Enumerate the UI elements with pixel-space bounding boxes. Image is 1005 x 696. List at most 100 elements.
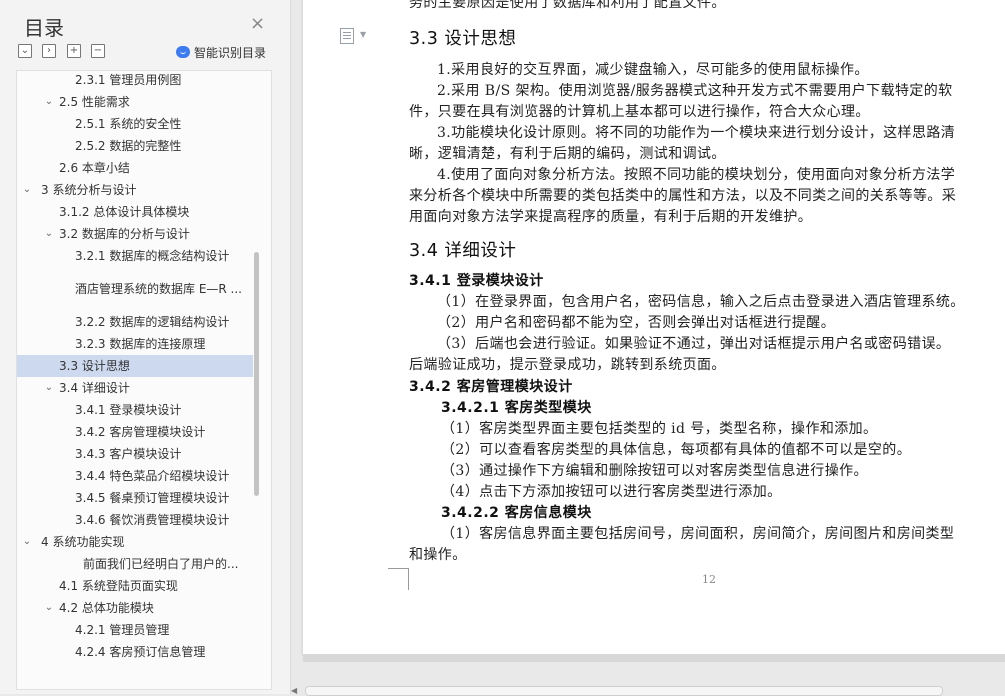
- chevron-down-icon[interactable]: ⌄: [43, 223, 55, 245]
- toc-item-label: 2.5.1 系统的安全性: [75, 117, 182, 131]
- body-text: 1.采用良好的交互界面，减少键盘输入，尽可能多的使用鼠标操作。: [437, 62, 869, 78]
- toc-item[interactable]: 3.1.2 总体设计具体模块: [17, 201, 253, 223]
- body-text: 来分析各个模块中所需要的类包括类中的属性和方法，以及不同类之间的关系等等。采: [409, 188, 957, 204]
- toc-item-label: 3.1.2 总体设计具体模块: [59, 205, 190, 219]
- toc-item[interactable]: ⌄ 4.2 总体功能模块: [17, 597, 253, 619]
- toc-item-label: 3.4.2 客房管理模块设计: [75, 425, 206, 439]
- toc-item-label: 3.4.5 餐桌预订管理模块设计: [75, 491, 230, 505]
- body-text: 4.使用了面向对象分析方法。按照不同功能的模块划分，使用面向对象分析方法学: [437, 167, 956, 183]
- toc-item-label: 4.2.4 客房预订信息管理: [75, 645, 206, 659]
- chevron-down-icon[interactable]: ⌄: [43, 377, 55, 399]
- toc-item[interactable]: 3.2.2 数据库的逻辑结构设计: [17, 311, 253, 333]
- expand-all-icon[interactable]: ›: [42, 44, 56, 58]
- body-text: 晰，逻辑清楚，有利于后期的编码，测试和调试。: [409, 146, 726, 162]
- body-text: 2.采用 B/S 架构。使用浏览器/服务器模式这种开发方式不需要用户下载特定的软: [437, 83, 953, 99]
- toc-item[interactable]: 4.1 系统登陆页面实现: [17, 575, 253, 597]
- toc-item[interactable]: 3.4.6 餐饮消费管理模块设计: [17, 509, 253, 531]
- heading-3-4-2-1: 3.4.2.1 客房类型模块: [441, 400, 592, 416]
- horizontal-scrollbar[interactable]: [305, 686, 943, 696]
- toc-item[interactable]: 3.4.1 登录模块设计: [17, 399, 253, 421]
- chevron-down-icon[interactable]: ⌄: [21, 179, 33, 201]
- toc-item[interactable]: 2.5.2 数据的完整性: [17, 135, 253, 157]
- body-text: （2）用户名和密码都不能为空，否则会弹出对话框进行提醒。: [437, 315, 836, 331]
- toc-item-label: 酒店管理系统的数据库 E—R ...: [75, 282, 242, 296]
- toc-item[interactable]: ⌄ 2.5 性能需求: [17, 91, 253, 113]
- collapse-all-icon[interactable]: ⌄: [18, 44, 32, 58]
- toc-title: 目录: [24, 16, 64, 40]
- toc-item-label: 2.5.2 数据的完整性: [75, 139, 182, 153]
- toc-item-label: 2.5 性能需求: [59, 95, 130, 109]
- body-text: （3）通过操作下方编辑和删除按钮可以对客房类型信息进行操作。: [441, 463, 868, 479]
- chevron-down-icon[interactable]: ⌄: [43, 91, 55, 113]
- chevron-down-icon[interactable]: ⌄: [21, 531, 33, 553]
- smart-toc-icon: [176, 46, 190, 58]
- add-heading-icon[interactable]: +: [67, 44, 81, 58]
- toc-item[interactable]: 2.6 本章小结: [17, 157, 253, 179]
- heading-3-4-2: 3.4.2 客房管理模块设计: [409, 379, 573, 395]
- toc-item[interactable]: ⌄ 3 系统分析与设计: [17, 179, 253, 201]
- toc-item[interactable]: 3.4.3 客户模块设计: [17, 443, 253, 465]
- body-text: （1）客房信息界面主要包括房间号，房间面积，房间简介，房间图片和房间类型: [441, 526, 955, 542]
- toc-item-label: 3.4.6 餐饮消费管理模块设计: [75, 513, 230, 527]
- close-icon[interactable]: ×: [250, 15, 265, 33]
- remove-heading-icon[interactable]: −: [91, 44, 105, 58]
- body-text: 和操作。: [409, 547, 467, 563]
- page-number: 12: [702, 573, 716, 586]
- toc-item[interactable]: 2.5.1 系统的安全性: [17, 113, 253, 135]
- toc-item-label: 4 系统功能实现: [41, 535, 125, 549]
- toc-item[interactable]: 3.4.2 客房管理模块设计: [17, 421, 253, 443]
- toc-item-label: 3.4 详细设计: [59, 381, 130, 395]
- toc-scrollbar[interactable]: [254, 252, 259, 496]
- body-text: 件，只要在具有浏览器的计算机上基本都可以进行操作，符合大众心理。: [409, 104, 870, 120]
- margin-mark: [388, 568, 408, 569]
- body-text: 务的主要原因是使用了数据库和利用了配置文件。: [409, 0, 726, 11]
- body-text: （2）可以查看客房类型的具体信息，每项都有具体的值都不可以是空的。: [441, 442, 912, 458]
- toc-item-label: 前面我们已经明白了用户的...: [83, 557, 239, 571]
- toc-item-label: 2.3.1 管理员用例图: [75, 73, 182, 87]
- toc-item-label: 3.4.3 客户模块设计: [75, 447, 182, 461]
- toc-item-label: 4.2 总体功能模块: [59, 601, 154, 615]
- heading-3-4: 3.4 详细设计: [409, 241, 517, 261]
- toc-item[interactable]: 3.4.5 餐桌预订管理模块设计: [17, 487, 253, 509]
- toc-item[interactable]: ⌄ 4 系统功能实现: [17, 531, 253, 553]
- toc-item[interactable]: 3.2.3 数据库的连接原理: [17, 333, 253, 355]
- body-text: 后端验证成功，提示登录成功，跳转到系统页面。: [409, 357, 726, 373]
- body-text: （1）在登录界面，包含用户名，密码信息，输入之后点击登录进入酒店管理系统。: [437, 294, 965, 310]
- body-text: （4）点击下方添加按钮可以进行客房类型进行添加。: [441, 484, 782, 500]
- toc-item[interactable]: 前面我们已经明白了用户的...: [17, 553, 253, 575]
- toc-item[interactable]: 酒店管理系统的数据库 E—R ...: [17, 278, 253, 300]
- toc-item-label: 4.2.1 管理员管理: [75, 623, 170, 637]
- chevron-down-icon[interactable]: ⌄: [43, 597, 55, 619]
- toc-item-label: 3.4.1 登录模块设计: [75, 403, 182, 417]
- margin-mark: [408, 568, 409, 590]
- page-gap: [303, 654, 1005, 662]
- toc-item-label: 4.1 系统登陆页面实现: [59, 579, 178, 593]
- toc-item[interactable]: 3.4.4 特色菜品介绍模块设计: [17, 465, 253, 487]
- toc-item[interactable]: ⌄ 3.2 数据库的分析与设计: [17, 223, 253, 245]
- toc-item[interactable]: 3.2.1 数据库的概念结构设计: [17, 245, 253, 267]
- toc-item[interactable]: 3.3 设计思想: [17, 355, 253, 377]
- toc-pane: 目录 × ⌄ › + − 智能识别目录 2.3.1 管理员用例图 ⌄ 2.5 性能需…: [0, 0, 291, 694]
- toc-item-label: 2.6 本章小结: [59, 161, 130, 175]
- toc-list: 2.3.1 管理员用例图 ⌄ 2.5 性能需求 2.5.1 系统的安全性 2.5.2 数…: [16, 70, 272, 690]
- toc-item-label: 3.2.2 数据库的逻辑结构设计: [75, 315, 230, 329]
- chevron-down-icon[interactable]: ▼: [360, 30, 366, 39]
- heading-3-4-2-2: 3.4.2.2 客房信息模块: [441, 505, 592, 521]
- toc-item-label: 3 系统分析与设计: [41, 183, 137, 197]
- body-text: （1）客房类型界面主要包括类型的 id 号，类型名称，操作和添加。: [441, 421, 878, 437]
- smart-toc-button[interactable]: 智能识别目录: [176, 44, 266, 61]
- heading-3-4-1: 3.4.1 登录模块设计: [409, 273, 544, 289]
- toc-item[interactable]: 2.3.1 管理员用例图: [17, 71, 253, 91]
- paragraph-icon[interactable]: [340, 28, 354, 44]
- smart-toc-label: 智能识别目录: [194, 46, 267, 60]
- toc-item[interactable]: 4.2.4 客房预订信息管理: [17, 641, 253, 663]
- toc-item[interactable]: ⌄ 3.4 详细设计: [17, 377, 253, 399]
- toc-item-label: 3.4.4 特色菜品介绍模块设计: [75, 469, 230, 483]
- body-text: 3.功能模块化设计原则。将不同的功能作为一个模块来进行划分设计，这样思路清: [437, 125, 956, 141]
- toc-item-label: 3.2.3 数据库的连接原理: [75, 337, 206, 351]
- body-text: 用面向对象方法学来提高程序的质量，有利于后期的开发维护。: [409, 209, 813, 225]
- heading-3-3: 3.3 设计思想: [409, 29, 517, 49]
- toc-item-label: 3.2.1 数据库的概念结构设计: [75, 249, 230, 263]
- toc-item-label: 3.3 设计思想: [59, 359, 130, 373]
- toc-item[interactable]: 4.2.1 管理员管理: [17, 619, 253, 641]
